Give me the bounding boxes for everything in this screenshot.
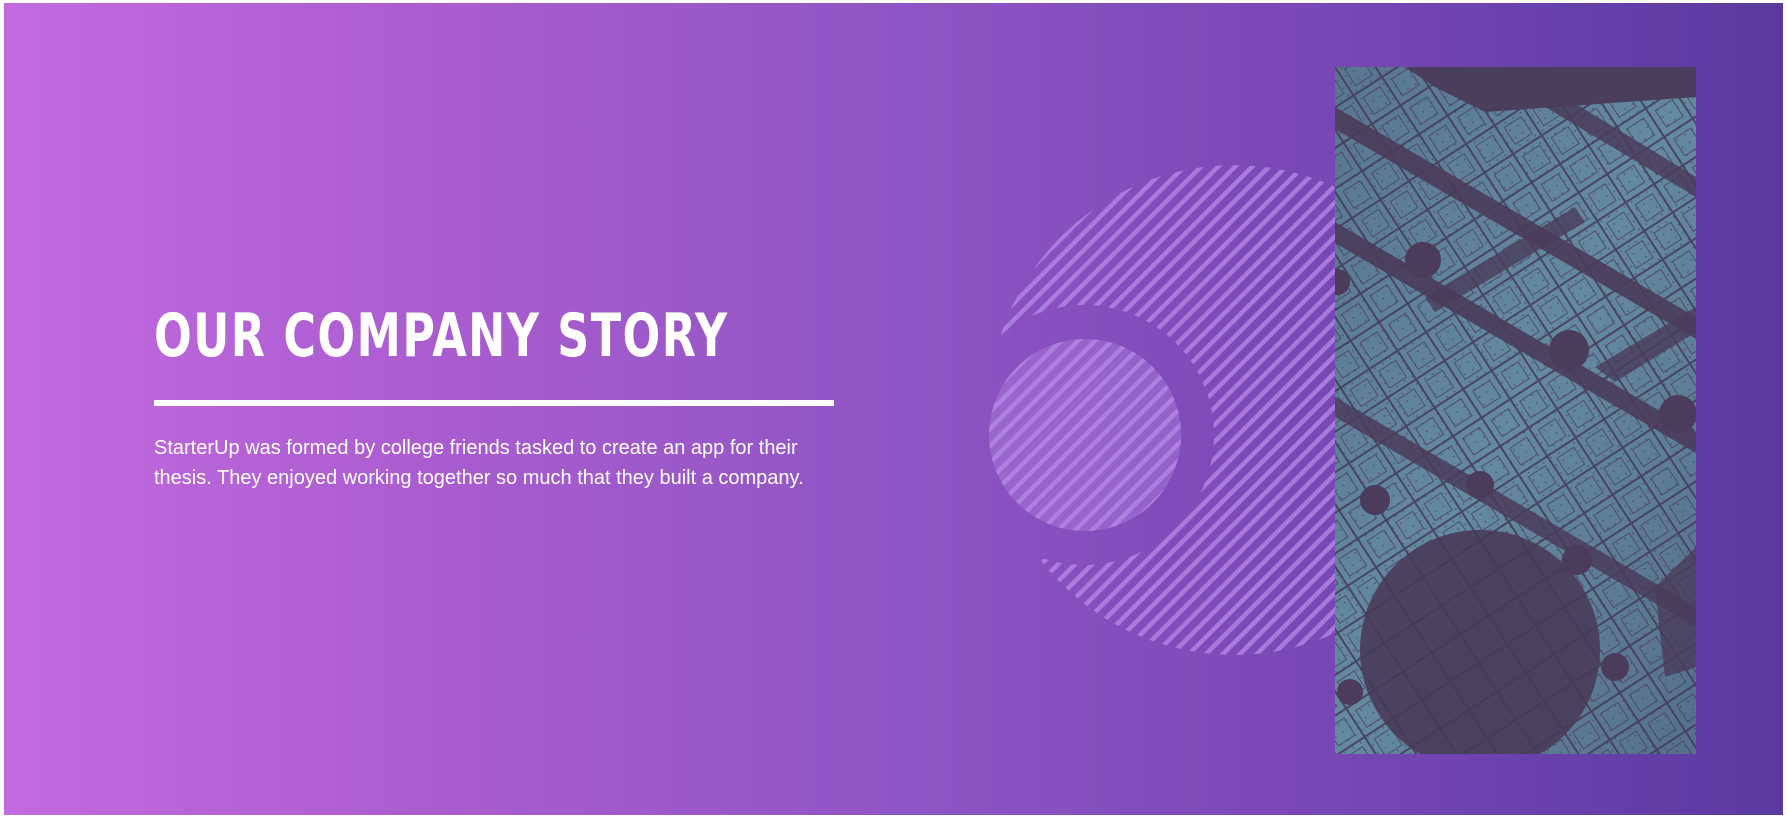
page-title: OUR COMPANY STORY	[154, 301, 729, 371]
title-divider	[154, 400, 834, 406]
abstract-3d-maze-image	[1335, 67, 1696, 754]
hero-section: OUR COMPANY STORY StarterUp was formed b…	[4, 3, 1783, 815]
company-description: StarterUp was formed by college friends …	[154, 437, 804, 489]
